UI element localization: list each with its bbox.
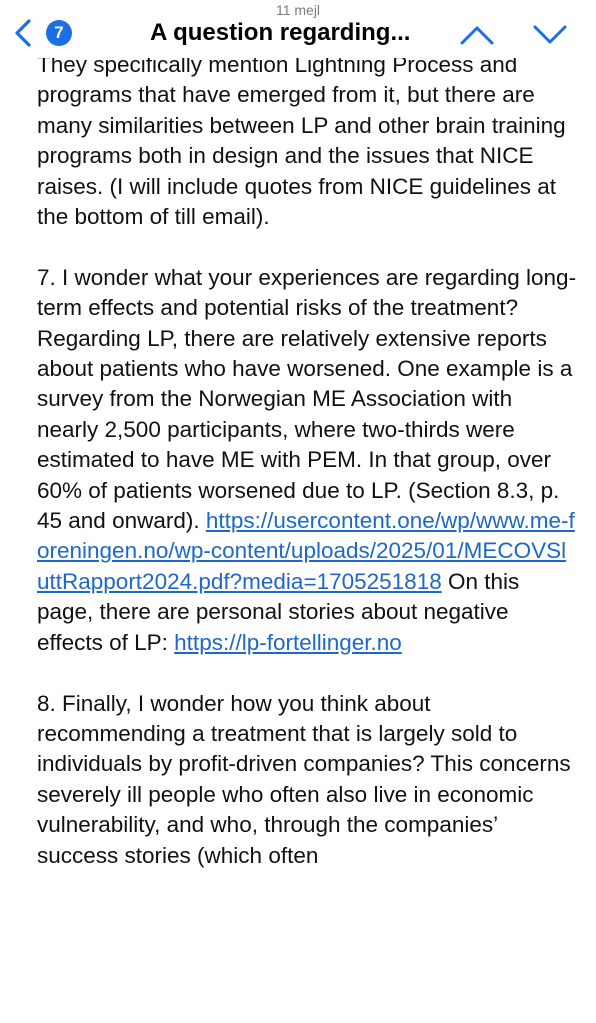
navigation-bar: 11 mejl 7 A question regarding... (0, 0, 596, 58)
paragraph-text: 7. I wonder what your experiences are re… (37, 264, 577, 534)
message-count: 11 mejl (275, 2, 321, 18)
paragraph-7: 7. I wonder what your experiences are re… (37, 263, 577, 658)
email-subject: A question regarding... (150, 19, 411, 46)
unread-count-badge[interactable]: 7 (46, 20, 72, 46)
lp-stories-link[interactable]: https://lp-fortellinger.no (174, 630, 402, 655)
chevron-down-icon[interactable] (532, 24, 568, 46)
paragraph-text: 8. Finally, I wonder how you think about… (37, 690, 571, 868)
paragraph-8: 8. Finally, I wonder how you think about… (37, 689, 577, 871)
chevron-left-icon[interactable] (12, 18, 34, 48)
paragraph-6: They specifically mention Lightning Proc… (37, 50, 577, 232)
paragraph-text: and programs that have emerged from it, … (37, 52, 566, 230)
email-body: They specifically mention Lightning Proc… (37, 50, 577, 871)
chevron-up-icon[interactable] (459, 24, 495, 46)
